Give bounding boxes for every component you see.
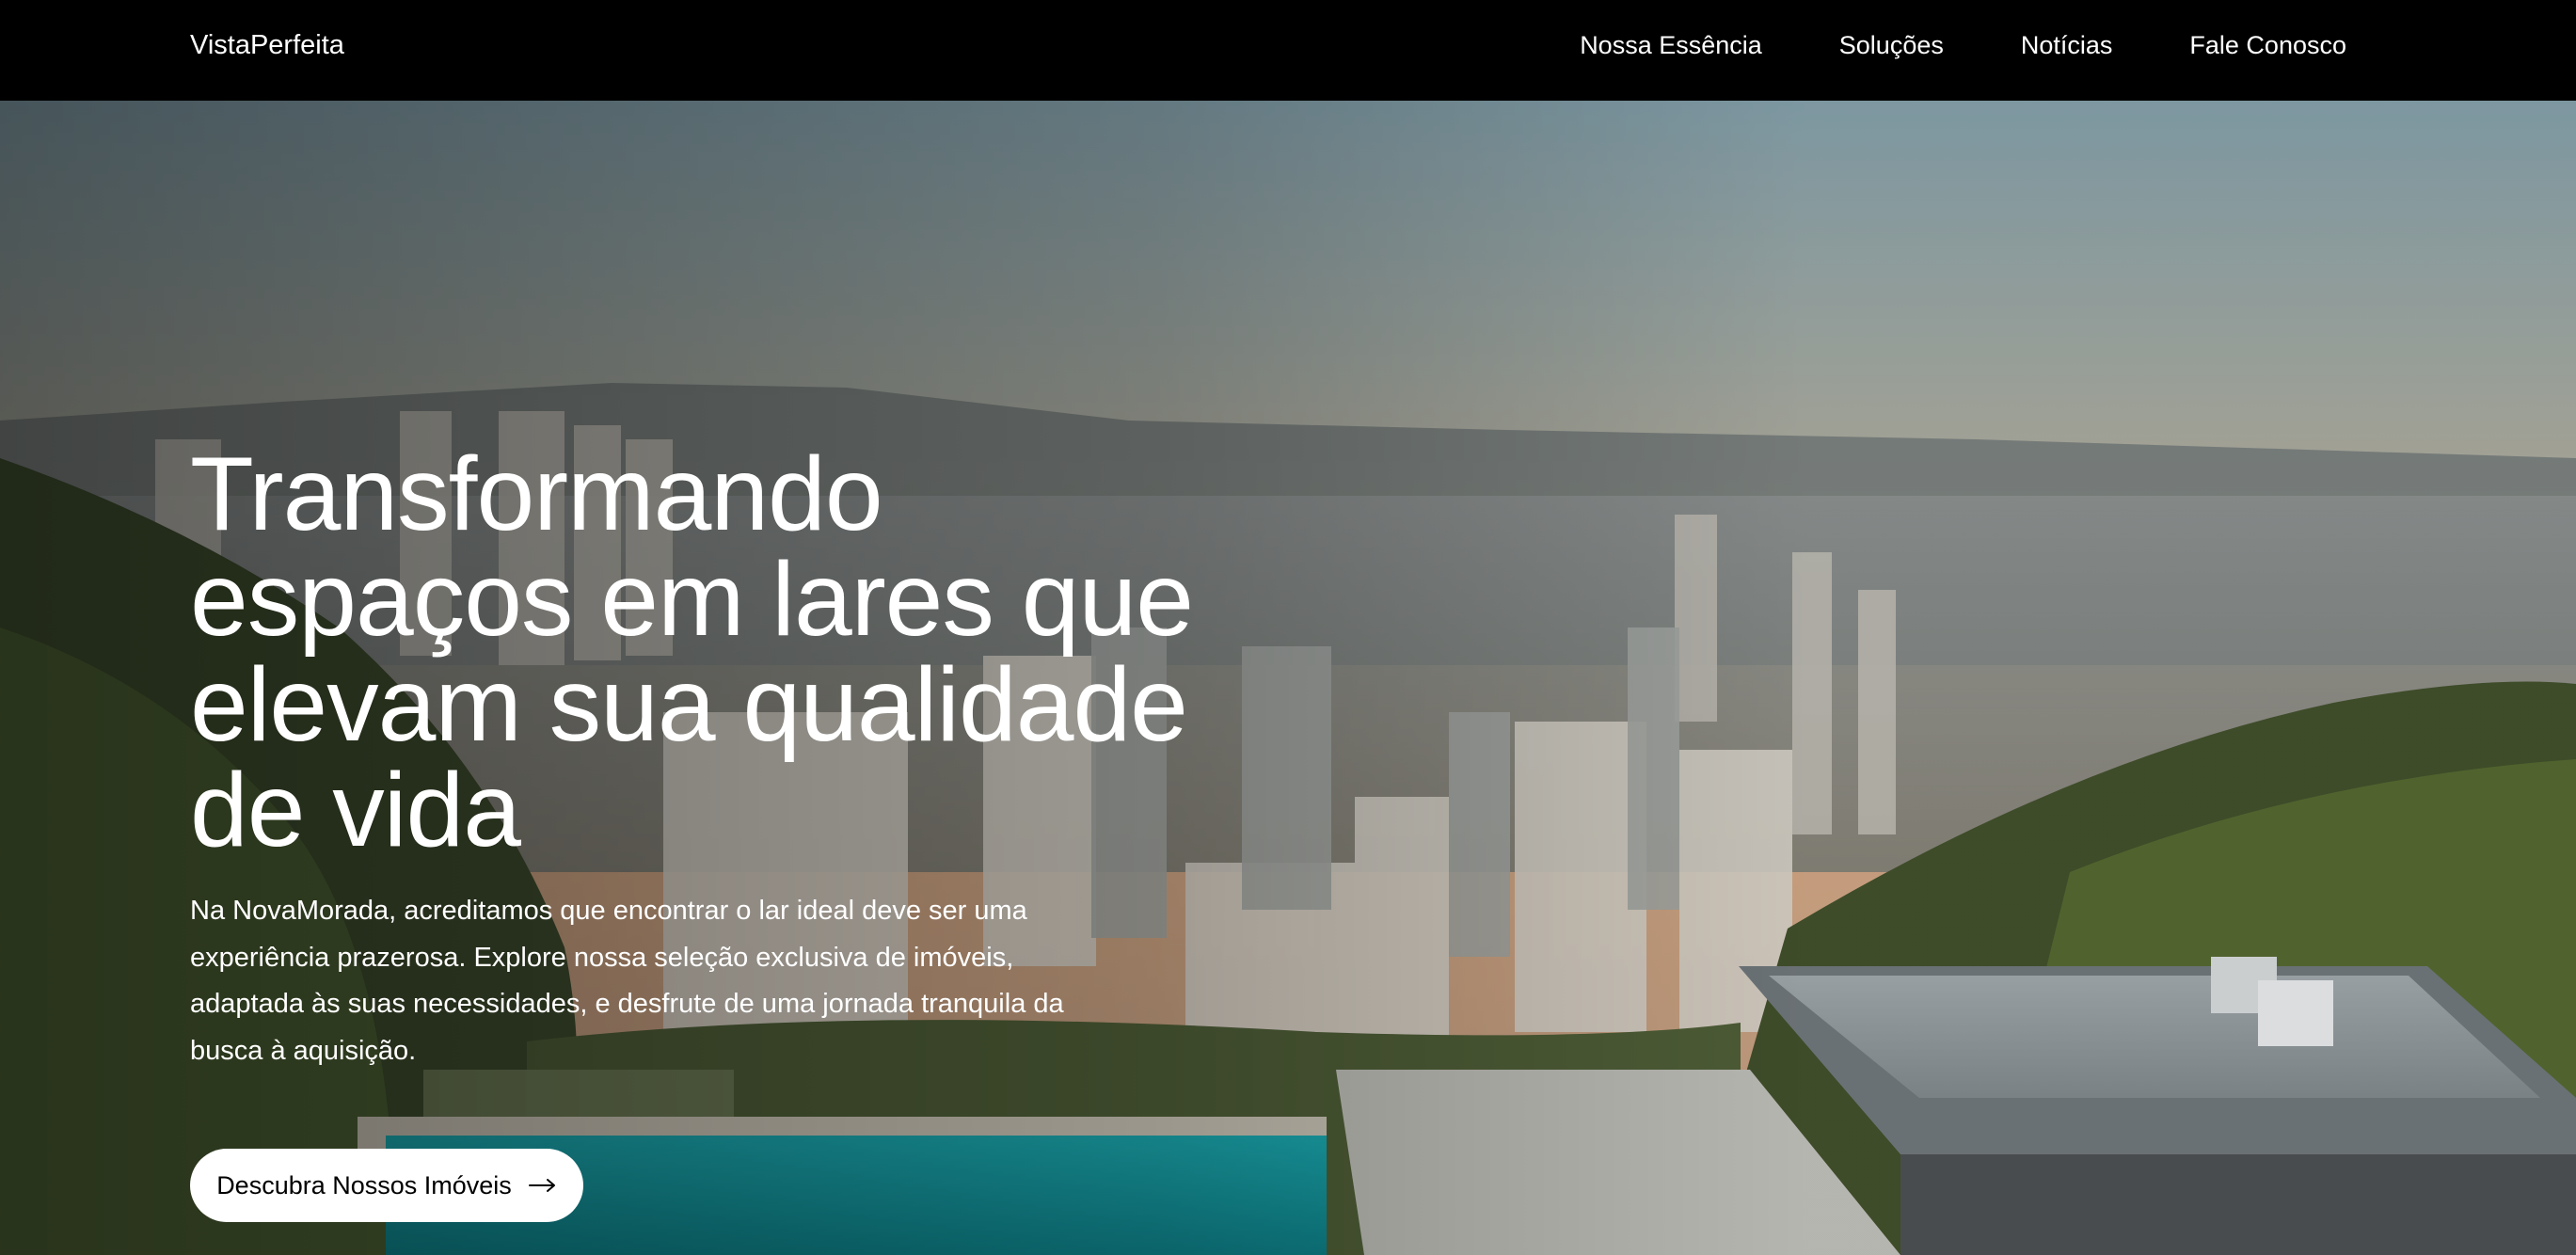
- nav-link-fale-conosco[interactable]: Fale Conosco: [2189, 28, 2346, 62]
- site-logo[interactable]: VistaPerfeita: [190, 28, 344, 62]
- main-nav: Nossa Essência Soluções Notícias Fale Co…: [1580, 28, 2346, 62]
- arrow-right-icon: [528, 1179, 555, 1192]
- nav-link-solucoes[interactable]: Soluções: [1839, 28, 1944, 62]
- top-navbar: VistaPerfeita Nossa Essência Soluções No…: [0, 0, 2576, 101]
- cta-label: Descubra Nossos Imóveis: [216, 1170, 512, 1199]
- discover-properties-button[interactable]: Descubra Nossos Imóveis: [190, 1149, 583, 1222]
- nav-link-nossa-essencia[interactable]: Nossa Essência: [1580, 28, 1762, 62]
- nav-link-noticias[interactable]: Notícias: [2021, 28, 2113, 62]
- hero-title: Transformando espaços em lares que eleva…: [190, 436, 1194, 868]
- hero-description: Na NovaMorada, acreditamos que encontrar…: [190, 896, 1064, 1066]
- hero-section: Transformando espaços em lares que eleva…: [0, 101, 2576, 1255]
